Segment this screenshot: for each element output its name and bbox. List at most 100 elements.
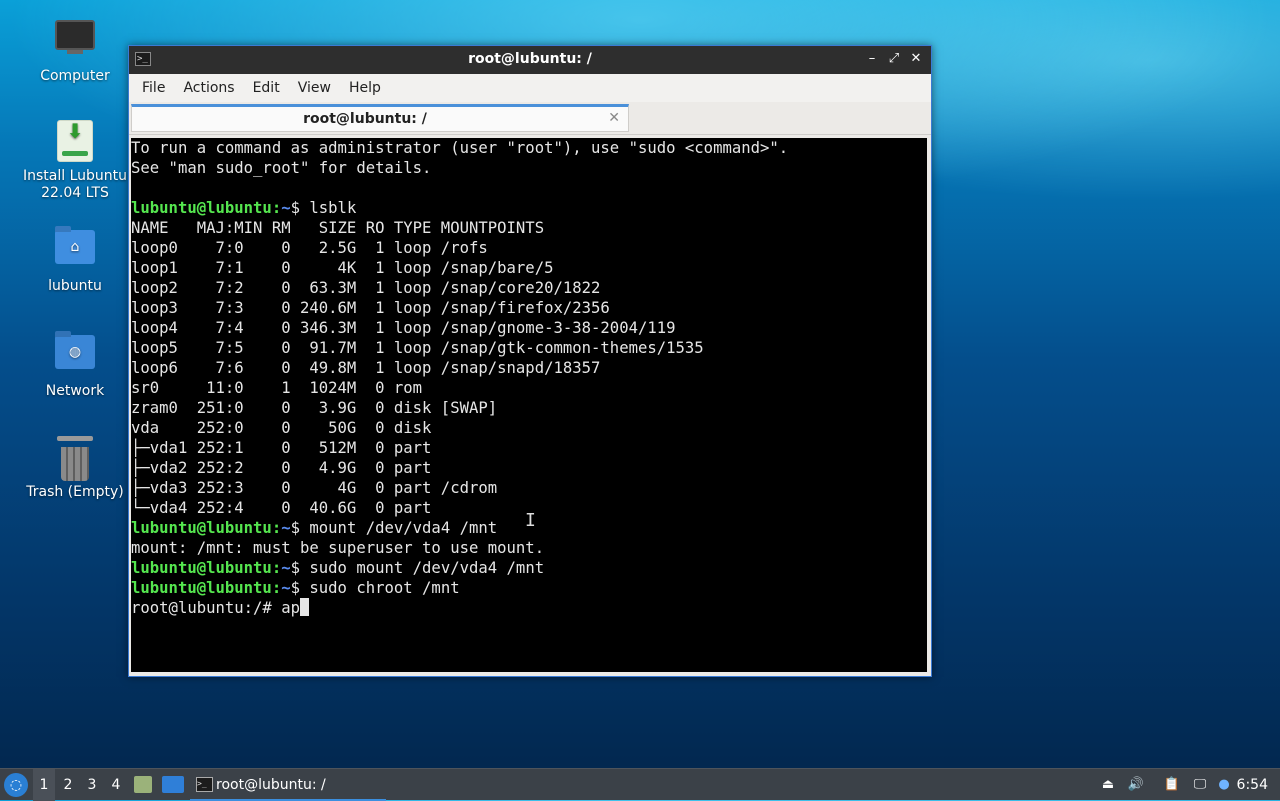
terminal-line: NAME MAJ:MIN RM SIZE RO TYPE MOUNTPOINTS: [131, 218, 927, 238]
desktop-switch-1[interactable]: 1: [33, 769, 55, 801]
close-button[interactable]: ✕: [907, 50, 925, 68]
output-text: loop1 7:1 0 4K 1 loop /snap/bare/5: [131, 259, 554, 277]
terminal-line: loop2 7:2 0 63.3M 1 loop /snap/core20/18…: [131, 278, 927, 298]
output-text: └─vda4 252:4 0 40.6G 0 part: [131, 499, 432, 517]
volume-icon[interactable]: 🔊: [1127, 776, 1145, 794]
desktop-icon-label: Install Lubuntu 22.04 LTS: [22, 168, 127, 201]
desktop-switch-4[interactable]: 4: [105, 769, 127, 801]
prompt-separator: :: [271, 519, 282, 537]
prompt-user: lubuntu@lubuntu: [131, 519, 272, 537]
desktop-icon-label: Computer: [40, 68, 110, 84]
start-menu-icon[interactable]: ◌: [4, 773, 28, 797]
terminal-cursor: [300, 598, 309, 616]
taskbar-task-label: root@lubuntu: /: [216, 777, 326, 793]
terminal-output[interactable]: To run a command as administrator (user …: [131, 138, 927, 672]
terminal-line: ├─vda2 252:2 0 4.9G 0 part: [131, 458, 927, 478]
trash-icon: [54, 436, 96, 481]
prompt-user: lubuntu@lubuntu: [131, 559, 272, 577]
network-folder-icon: ◍: [54, 335, 96, 377]
command-text: $ lsblk: [290, 199, 357, 217]
terminal-line: lubuntu@lubuntu:~$ sudo chroot /mnt: [131, 578, 927, 598]
output-text: loop3 7:3 0 240.6M 1 loop /snap/firefox/…: [131, 299, 610, 317]
terminal-line: root@lubuntu:/# ap: [131, 598, 927, 618]
home-folder-icon: ⌂: [54, 230, 96, 272]
output-text: loop5 7:5 0 91.7M 1 loop /snap/gtk-commo…: [131, 339, 704, 357]
prompt-user: lubuntu@lubuntu: [131, 199, 272, 217]
taskbar: ◌ 1 2 3 4 >_ root@lubuntu: / ⏏ 🔊 📋 🖵 ● 6…: [0, 768, 1280, 801]
terminal-line: ├─vda1 252:1 0 512M 0 part: [131, 438, 927, 458]
prompt-path: ~: [281, 579, 291, 597]
tab-close-icon[interactable]: ✕: [608, 110, 620, 126]
desktop-icon-label: Network: [45, 383, 105, 399]
output-text: vda 252:0 0 50G 0 disk: [131, 419, 432, 437]
menu-help[interactable]: Help: [340, 74, 390, 102]
menu-edit[interactable]: Edit: [244, 74, 289, 102]
maximize-button[interactable]: ⤢: [885, 50, 903, 68]
terminal-line: zram0 251:0 0 3.9G 0 disk [SWAP]: [131, 398, 927, 418]
update-notifier-icon[interactable]: ●: [1215, 776, 1233, 794]
output-text: ├─vda1 252:1 0 512M 0 part: [131, 439, 432, 457]
terminal-line: See "man sudo_root" for details.: [131, 158, 927, 178]
menu-actions[interactable]: Actions: [174, 74, 243, 102]
window-titlebar[interactable]: >_ root@lubuntu: / – ⤢ ✕: [129, 46, 931, 74]
desktop-icon-trash[interactable]: Trash (Empty): [20, 436, 130, 501]
text-cursor-icon: I: [525, 510, 536, 531]
terminal-line: vda 252:0 0 50G 0 disk: [131, 418, 927, 438]
computer-icon: [54, 20, 96, 62]
clock[interactable]: 6:54: [1237, 769, 1268, 801]
terminal-line: loop0 7:0 0 2.5G 1 loop /rofs: [131, 238, 927, 258]
command-text: $ sudo mount /dev/vda4 /mnt: [290, 559, 545, 577]
output-text: To run a command as administrator (user …: [131, 139, 789, 157]
terminal-line: mount: /mnt: must be superuser to use mo…: [131, 538, 927, 558]
menu-view[interactable]: View: [289, 74, 340, 102]
minimize-button[interactable]: –: [863, 50, 881, 68]
prompt-separator: :: [271, 579, 282, 597]
taskbar-task-terminal[interactable]: >_ root@lubuntu: /: [190, 769, 386, 801]
file-manager-launcher-icon[interactable]: [134, 776, 152, 793]
output-text: loop2 7:2 0 63.3M 1 loop /snap/core20/18…: [131, 279, 601, 297]
prompt-separator: :: [271, 559, 282, 577]
output-text: loop6 7:6 0 49.8M 1 loop /snap/snapd/183…: [131, 359, 601, 377]
show-desktop-icon[interactable]: [162, 776, 184, 793]
desktop-icon-label: Trash (Empty): [26, 484, 124, 500]
output-text: mount: /mnt: must be superuser to use mo…: [131, 539, 545, 557]
output-text: ├─vda2 252:2 0 4.9G 0 part: [131, 459, 432, 477]
network-status-icon[interactable]: 🖵: [1191, 776, 1209, 794]
desktop-icon-install-lubuntu[interactable]: ⬇ Install Lubuntu 22.04 LTS: [20, 120, 130, 202]
output-text: loop0 7:0 0 2.5G 1 loop /rofs: [131, 239, 488, 257]
eject-icon[interactable]: ⏏: [1099, 776, 1117, 794]
terminal-window: >_ root@lubuntu: / – ⤢ ✕ File Actions Ed…: [128, 45, 932, 677]
desktop-icon-network[interactable]: ◍ Network: [20, 331, 130, 400]
clipboard-icon[interactable]: 📋: [1163, 776, 1181, 794]
prompt-path: ~: [281, 199, 291, 217]
command-text: $ sudo chroot /mnt: [290, 579, 460, 597]
command-text: $ mount /dev/vda4 /mnt: [290, 519, 498, 537]
desktop-switch-2[interactable]: 2: [57, 769, 79, 801]
terminal-line: ├─vda3 252:3 0 4G 0 part /cdrom: [131, 478, 927, 498]
terminal-tab[interactable]: root@lubuntu: / ✕: [131, 104, 629, 132]
terminal-line: sr0 11:0 1 1024M 0 rom: [131, 378, 927, 398]
terminal-line: loop1 7:1 0 4K 1 loop /snap/bare/5: [131, 258, 927, 278]
tab-bar: root@lubuntu: / ✕: [129, 102, 931, 135]
desktop-icon-computer[interactable]: Computer: [20, 16, 130, 85]
output-text: ├─vda3 252:3 0 4G 0 part /cdrom: [131, 479, 498, 497]
prompt-user: lubuntu@lubuntu: [131, 579, 272, 597]
terminal-line: loop6 7:6 0 49.8M 1 loop /snap/snapd/183…: [131, 358, 927, 378]
desktop-switch-3[interactable]: 3: [81, 769, 103, 801]
terminal-line: loop4 7:4 0 346.3M 1 loop /snap/gnome-3-…: [131, 318, 927, 338]
output-text: zram0 251:0 0 3.9G 0 disk [SWAP]: [131, 399, 498, 417]
desktop-icon-label: lubuntu: [48, 278, 102, 294]
output-text: See "man sudo_root" for details.: [131, 159, 432, 177]
desktop-icon-home-folder[interactable]: ⌂ lubuntu: [20, 226, 130, 295]
output-text: root@lubuntu:/# ap: [131, 599, 300, 617]
installer-icon: ⬇: [54, 120, 96, 162]
prompt-path: ~: [281, 559, 291, 577]
terminal-line: lubuntu@lubuntu:~$ sudo mount /dev/vda4 …: [131, 558, 927, 578]
output-text: sr0 11:0 1 1024M 0 rom: [131, 379, 423, 397]
tab-label: root@lubuntu: /: [303, 111, 427, 127]
prompt-separator: :: [271, 199, 282, 217]
menu-file[interactable]: File: [133, 74, 174, 102]
prompt-path: ~: [281, 519, 291, 537]
terminal-line: To run a command as administrator (user …: [131, 138, 927, 158]
